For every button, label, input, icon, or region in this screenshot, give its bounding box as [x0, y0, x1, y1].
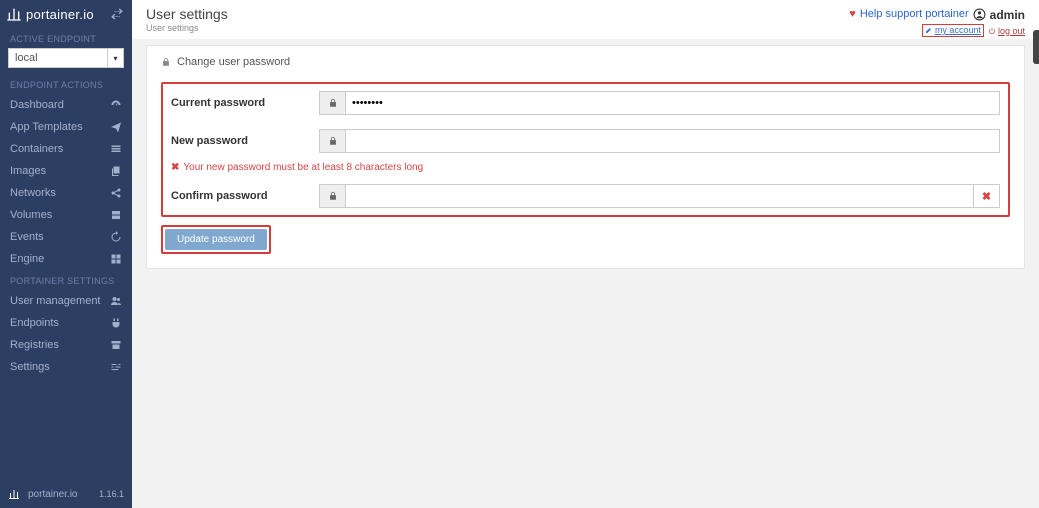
main-content: User settings User settings ♥ Help suppo…	[132, 0, 1039, 508]
side-tab[interactable]	[1033, 30, 1039, 64]
logout-link[interactable]: log out	[988, 26, 1025, 36]
breadcrumb: User settings	[146, 23, 228, 33]
mismatch-x-icon: ✖	[974, 184, 1000, 208]
sidebar-footer: portainer.io 1.16.1	[0, 484, 132, 504]
new-password-input[interactable]	[345, 129, 1000, 153]
endpoint-select[interactable]: ▾	[8, 48, 124, 68]
sidebar-item-volumes[interactable]: Volumes	[0, 204, 132, 226]
plug-icon	[110, 317, 122, 329]
portainer-settings-label: PORTAINER SETTINGS	[0, 270, 132, 290]
grid-icon	[110, 253, 122, 265]
update-password-button[interactable]: Update password	[165, 229, 267, 250]
users-icon	[110, 295, 122, 307]
active-endpoint-label: ACTIVE ENDPOINT	[0, 28, 132, 48]
confirm-password-input[interactable]	[345, 184, 974, 208]
sidebar-item-app-templates[interactable]: App Templates	[0, 116, 132, 138]
portainer-icon	[6, 6, 22, 22]
update-button-highlight: Update password	[161, 225, 271, 254]
sidebar: portainer.io ACTIVE ENDPOINT ▾ ENDPOINT …	[0, 0, 132, 508]
confirm-password-label: Confirm password	[171, 190, 319, 202]
sidebar-item-events[interactable]: Events	[0, 226, 132, 248]
sidebar-item-label: Images	[10, 165, 110, 177]
sidebar-item-settings[interactable]: Settings	[0, 356, 132, 378]
sidebar-item-label: Volumes	[10, 209, 110, 221]
sidebar-item-label: Endpoints	[10, 317, 110, 329]
sliders-icon	[110, 361, 122, 373]
version-text: 1.16.1	[99, 489, 124, 499]
list-icon	[110, 143, 122, 155]
dashboard-icon	[110, 99, 122, 111]
sidebar-item-label: Dashboard	[10, 99, 110, 111]
sidebar-item-endpoints[interactable]: Endpoints	[0, 312, 132, 334]
chevron-down-icon[interactable]: ▾	[108, 48, 124, 68]
sidebar-item-dashboard[interactable]: Dashboard	[0, 94, 132, 116]
topbar: User settings User settings ♥ Help suppo…	[132, 0, 1039, 39]
brand-logo[interactable]: portainer.io	[6, 6, 94, 22]
change-password-panel: Change user password Current password	[146, 45, 1025, 269]
page-title: User settings	[146, 6, 228, 22]
sidebar-item-containers[interactable]: Containers	[0, 138, 132, 160]
archive-icon	[110, 339, 122, 351]
pencil-icon	[925, 26, 933, 34]
endpoint-actions-label: ENDPOINT ACTIONS	[0, 74, 132, 94]
sidebar-item-label: Events	[10, 231, 110, 243]
power-icon	[988, 27, 996, 35]
password-hint: ✖ Your new password must be at least 8 c…	[163, 160, 1008, 177]
lock-icon	[319, 91, 345, 115]
sidebar-item-label: Engine	[10, 253, 110, 265]
sidebar-item-registries[interactable]: Registries	[0, 334, 132, 356]
sidebar-item-label: App Templates	[10, 121, 110, 133]
sidebar-item-user-management[interactable]: User management	[0, 290, 132, 312]
lock-icon	[161, 57, 171, 67]
copy-icon	[110, 165, 122, 177]
username: admin	[990, 8, 1025, 22]
new-password-label: New password	[171, 135, 319, 147]
current-password-label: Current password	[171, 97, 319, 109]
my-account-link[interactable]: my account	[925, 25, 981, 35]
sidebar-item-label: Networks	[10, 187, 110, 199]
history-icon	[110, 231, 122, 243]
sidebar-item-engine[interactable]: Engine	[0, 248, 132, 270]
sidebar-item-label: User management	[10, 295, 110, 307]
hdd-icon	[110, 209, 122, 221]
plane-icon	[110, 121, 122, 133]
password-form-highlight: Current password New password	[161, 82, 1010, 217]
heart-icon: ♥	[849, 8, 856, 20]
brand-name: portainer.io	[26, 7, 94, 22]
swap-icon[interactable]	[110, 7, 124, 21]
portainer-icon	[8, 488, 20, 500]
lock-icon	[319, 184, 345, 208]
sidebar-item-label: Containers	[10, 143, 110, 155]
footer-brand: portainer.io	[28, 489, 77, 500]
x-icon: ✖	[171, 162, 179, 173]
panel-title: Change user password	[177, 56, 290, 68]
sidebar-item-label: Settings	[10, 361, 110, 373]
lock-icon	[319, 129, 345, 153]
current-password-input[interactable]	[345, 91, 1000, 115]
share-icon	[110, 187, 122, 199]
endpoint-value[interactable]	[8, 48, 108, 68]
sidebar-item-images[interactable]: Images	[0, 160, 132, 182]
help-support-link[interactable]: Help support portainer	[860, 8, 969, 20]
user-circle-icon	[973, 8, 986, 21]
sidebar-item-label: Registries	[10, 339, 110, 351]
sidebar-item-networks[interactable]: Networks	[0, 182, 132, 204]
